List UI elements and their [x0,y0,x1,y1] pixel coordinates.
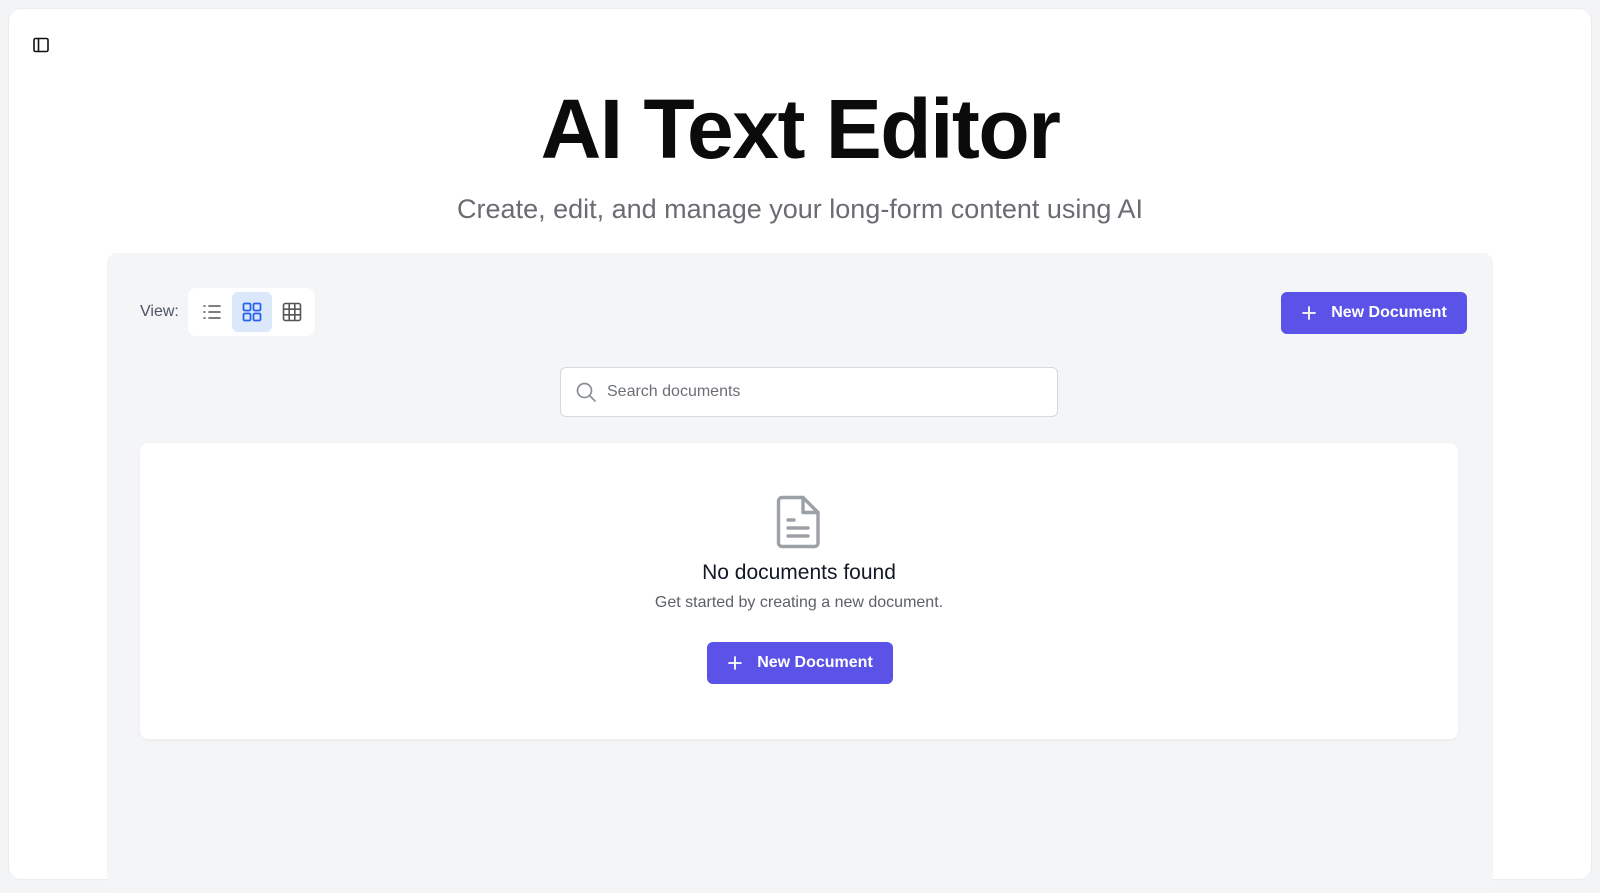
search-box [560,367,1058,417]
view-grid-button[interactable] [232,292,272,332]
grid-icon [242,302,262,322]
new-document-button[interactable]: New Document [1281,292,1467,334]
empty-state-button-label: New Document [757,654,873,671]
app-window: AI Text Editor Create, edit, and manage … [9,9,1591,893]
view-label: View: [140,303,179,320]
sidebar-panel-icon [33,37,49,53]
page-subtitle: Create, edit, and manage your long-form … [457,194,1143,224]
table-icon [282,302,302,322]
new-document-button-label: New Document [1331,304,1447,321]
empty-state-new-document-button[interactable]: New Document [707,642,893,684]
empty-state-card: No documents found Get started by creati… [140,443,1458,739]
view-table-button[interactable] [272,292,312,332]
view-mode-toggle [188,288,315,336]
document-icon [776,495,820,549]
page-title: AI Text Editor [540,82,1061,176]
search-input[interactable] [607,383,1047,401]
list-icon [203,305,221,319]
view-list-button[interactable] [192,292,232,332]
plus-icon [1302,306,1317,320]
empty-state-title: No documents found [702,561,896,584]
sidebar-toggle-button[interactable] [28,32,54,58]
empty-state-description: Get started by creating a new document. [654,594,944,611]
documents-panel: View: New Document Search documents No d… [107,253,1493,893]
search-icon [576,382,596,402]
plus-icon [728,656,743,670]
